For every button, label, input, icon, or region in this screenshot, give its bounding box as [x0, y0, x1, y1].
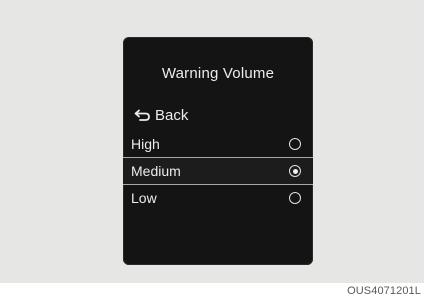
back-arrow-icon	[133, 108, 151, 122]
screen-title: Warning Volume	[161, 65, 275, 82]
radio-dot-icon	[292, 168, 298, 174]
cluster-display: Warning Volume Back High Medium Low	[123, 37, 313, 265]
option-label: Low	[131, 190, 157, 206]
radio-selected-icon[interactable]	[289, 165, 301, 177]
option-label: High	[131, 136, 160, 152]
back-button[interactable]: Back	[133, 105, 188, 125]
radio-unselected-icon[interactable]	[289, 138, 301, 150]
option-label: Medium	[131, 163, 181, 179]
figure-frame: Warning Volume Back High Medium Low	[0, 0, 424, 283]
option-medium[interactable]: Medium	[123, 158, 313, 184]
figure-code: OUS4071201L	[347, 285, 421, 297]
option-low[interactable]: Low	[123, 185, 313, 211]
back-label: Back	[155, 106, 189, 124]
radio-unselected-icon[interactable]	[289, 192, 301, 204]
option-high[interactable]: High	[123, 131, 313, 157]
